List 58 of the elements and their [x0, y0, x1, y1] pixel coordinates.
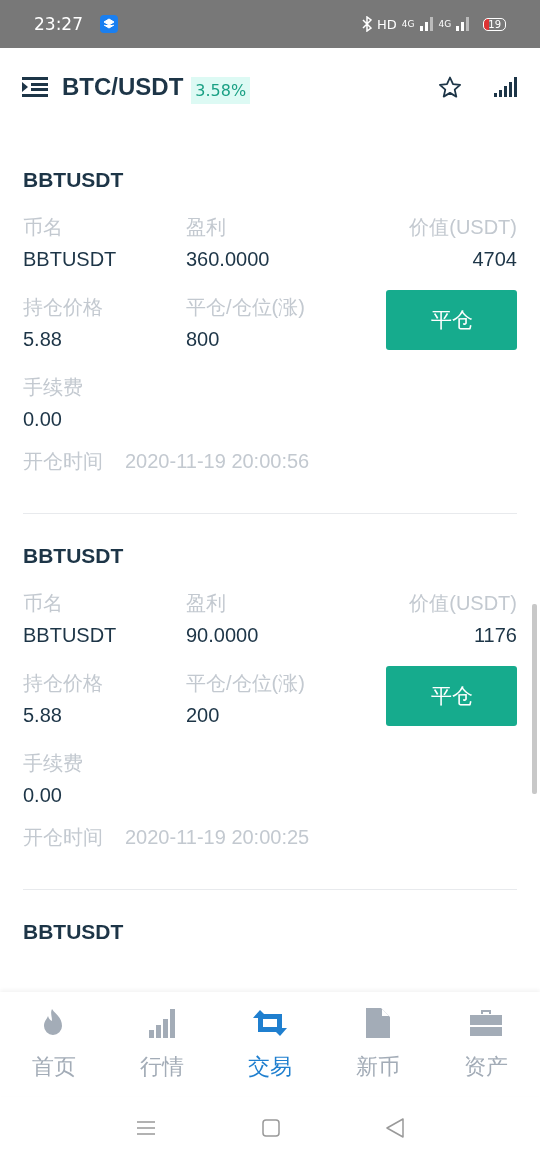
field-value: BBTUSDT — [23, 623, 118, 648]
position-title: BBTUSDT — [23, 543, 125, 569]
field-value: BBTUSDT — [23, 247, 118, 272]
hd-indicator: HD — [377, 16, 397, 32]
change-badge: 3.58% — [191, 76, 251, 104]
network-label: 4G — [401, 19, 415, 29]
tab-item[interactable]: 行情 — [108, 1008, 216, 1096]
field-value: 5.88 — [23, 327, 63, 352]
field-value: 0.00 — [23, 783, 63, 808]
field-label: 平仓/仓位(涨) — [186, 295, 306, 320]
exchange-arrows-icon — [251, 1008, 289, 1038]
field-label: 手续费 — [23, 751, 84, 776]
signal-icon — [456, 17, 471, 31]
field-value: 90.0000 — [186, 623, 260, 648]
field-label: 开仓时间 — [23, 825, 103, 850]
close-position-button[interactable]: 平仓 — [386, 666, 517, 726]
field-label: 币名 — [23, 215, 64, 240]
field-label: 开仓时间 — [23, 449, 103, 474]
position-title: BBTUSDT — [23, 919, 125, 945]
briefcase-icon — [470, 1008, 502, 1038]
tab-item[interactable]: 新币 — [324, 1008, 432, 1096]
signal-bars-icon[interactable] — [494, 77, 518, 97]
menu-icon[interactable] — [22, 77, 48, 97]
field-label: 持仓价格 — [23, 295, 104, 320]
star-icon[interactable] — [438, 76, 462, 98]
battery-indicator: 19 — [483, 17, 506, 31]
home-icon[interactable] — [262, 1119, 280, 1137]
field-label: 价值(USDT) — [408, 591, 517, 616]
tab-item[interactable]: 首页 — [0, 1008, 108, 1096]
field-label: 持仓价格 — [23, 671, 104, 696]
pair-title: BTC/USDT — [62, 73, 184, 101]
field-value: 360.0000 — [186, 247, 271, 272]
open-time: 2020-11-19 20:00:25 — [125, 825, 310, 850]
status-time: 23:27 — [34, 14, 83, 34]
field-label: 价值(USDT) — [408, 215, 517, 240]
position-title: BBTUSDT — [23, 167, 125, 193]
tab-item[interactable]: 交易 — [216, 1008, 324, 1096]
open-time: 2020-11-19 20:00:56 — [125, 449, 310, 474]
field-value: 5.88 — [23, 703, 63, 728]
field-value: 1176 — [473, 623, 517, 648]
app-icon — [100, 15, 118, 33]
field-label: 平仓/仓位(涨) — [186, 671, 306, 696]
bar-chart-icon — [148, 1008, 176, 1038]
field-label: 盈利 — [186, 591, 227, 616]
field-value: 0.00 — [23, 407, 63, 432]
field-label: 币名 — [23, 591, 64, 616]
field-value: 200 — [186, 703, 221, 728]
bluetooth-icon — [362, 16, 373, 32]
back-icon[interactable] — [386, 1118, 404, 1138]
field-value: 800 — [186, 327, 221, 352]
signal-icon — [419, 17, 434, 31]
document-icon — [366, 1008, 390, 1038]
network-label: 4G — [438, 19, 452, 29]
tab-item[interactable]: 资产 — [432, 1008, 540, 1096]
field-value: 4704 — [471, 247, 517, 272]
close-position-button[interactable]: 平仓 — [386, 290, 517, 350]
field-label: 盈利 — [186, 215, 227, 240]
field-label: 手续费 — [23, 375, 84, 400]
